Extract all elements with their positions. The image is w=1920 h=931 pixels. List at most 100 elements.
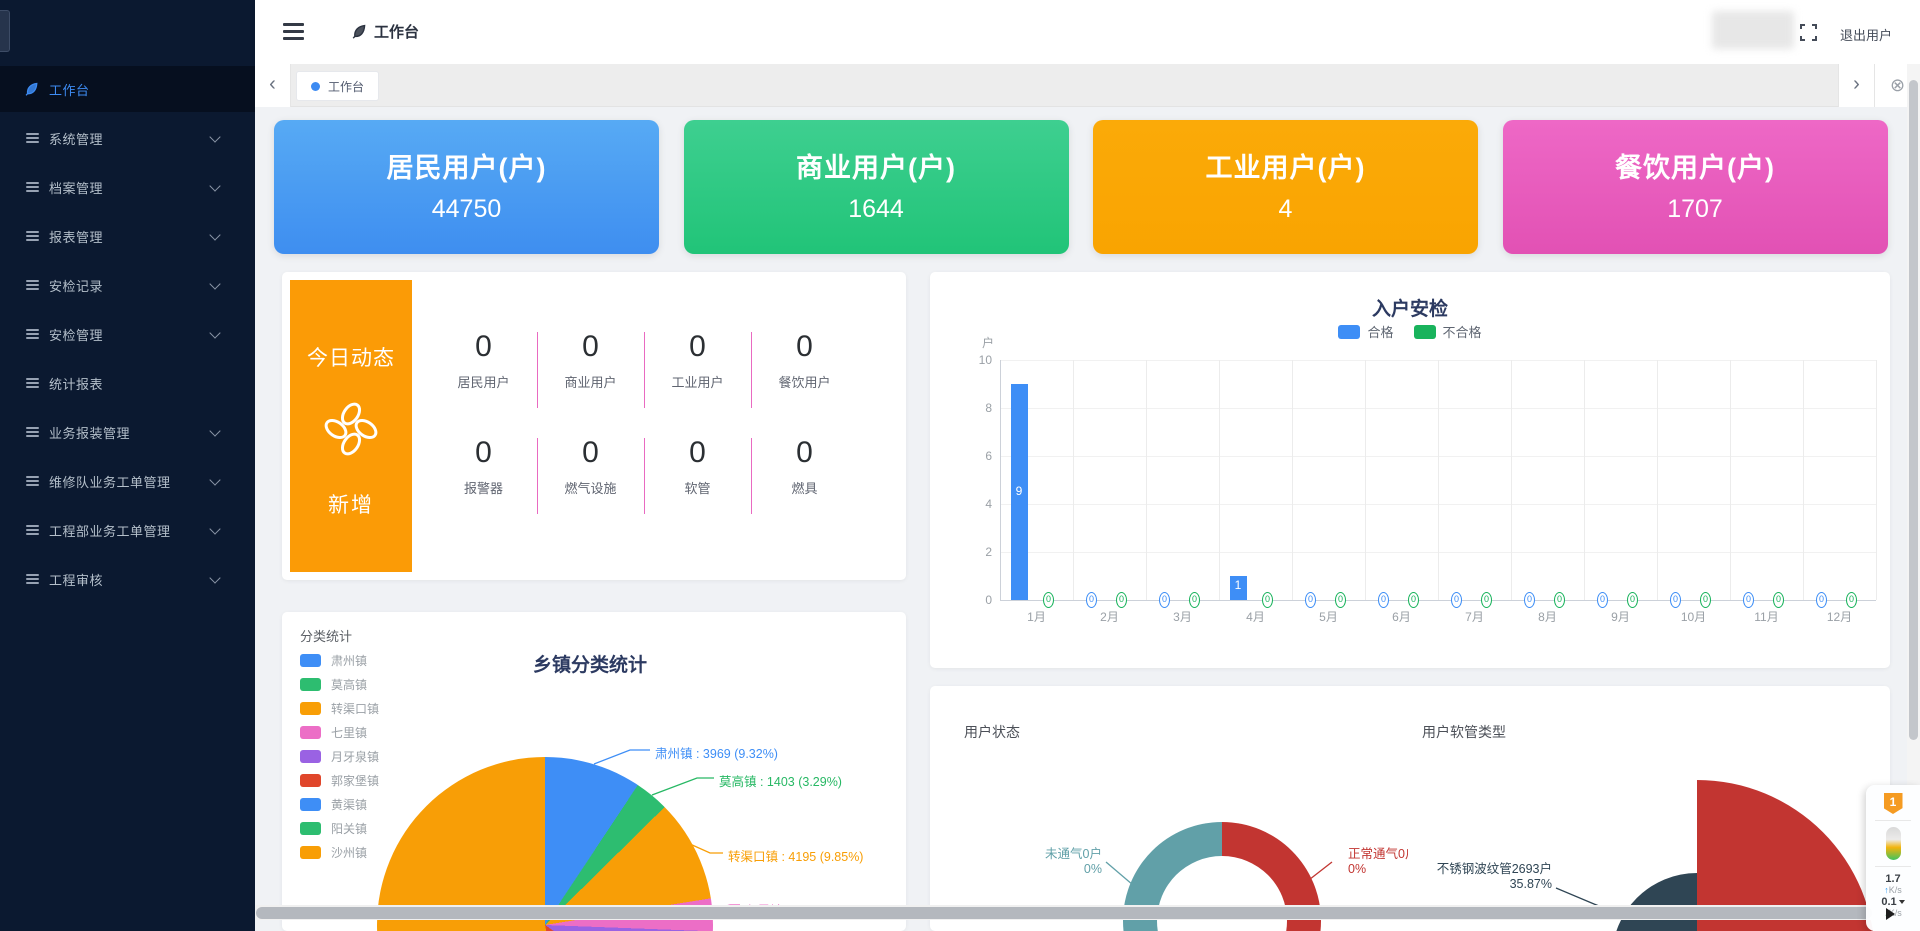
sidebar-item-统计报表[interactable]: 统计报表	[0, 360, 255, 406]
bar-chart-title: 入户安检	[930, 294, 1890, 321]
town-legend-label: 转渠口镇	[331, 700, 379, 717]
logout-button[interactable]: 退出用户	[1840, 25, 1892, 44]
today-dynamics-banner: 今日动态 新增	[290, 280, 412, 572]
chevron-down-icon	[209, 425, 220, 436]
sidebar-item-工程审核[interactable]: 工程审核	[0, 556, 255, 602]
today-stat-value: 0	[751, 330, 858, 364]
tab-active-dot-icon	[311, 82, 320, 91]
town-legend-转渠口镇[interactable]: 转渠口镇	[300, 700, 379, 717]
town-legend-肃州镇[interactable]: 肃州镇	[300, 652, 367, 669]
today-stat-value: 0	[644, 330, 751, 364]
tab-workbench[interactable]: 工作台	[296, 71, 379, 101]
zero-marker: 0	[1116, 592, 1127, 608]
town-legend-swatch	[300, 798, 321, 811]
sidebar-item-系统管理[interactable]: 系统管理	[0, 115, 255, 161]
town-legend-swatch	[300, 846, 321, 859]
sidebar-item-报表管理[interactable]: 报表管理	[0, 213, 255, 259]
hamburger-menu-icon[interactable]	[283, 23, 304, 40]
callout-line2: 0%	[1348, 862, 1408, 876]
menu-lines-icon	[26, 280, 39, 290]
zero-marker: 0	[1086, 592, 1097, 608]
town-legend-沙州镇[interactable]: 沙州镇	[300, 844, 367, 861]
town-legend-swatch	[300, 774, 321, 787]
zero-marker: 0	[1627, 592, 1638, 608]
legend-item-合格[interactable]: 合格	[1338, 322, 1393, 341]
shield-badge-icon[interactable]: 1	[1884, 793, 1903, 814]
today-stat-value: 0	[430, 330, 537, 364]
legend-swatch	[1414, 325, 1436, 339]
town-legend-莫高镇[interactable]: 莫高镇	[300, 676, 367, 693]
stat-card-2[interactable]: 商业用户(户)1644	[684, 120, 1069, 254]
today-stat-cell: 0商业用户	[537, 330, 644, 391]
download-speed-value: 0.1	[1881, 896, 1896, 908]
sidebar-item-档案管理[interactable]: 档案管理	[0, 164, 255, 210]
sidebar-item-工作台[interactable]: 工作台	[0, 66, 255, 112]
legend-item-不合格[interactable]: 不合格	[1414, 322, 1482, 341]
sidebar-item-label: 系统管理	[49, 129, 103, 148]
town-legend-郭家堡镇[interactable]: 郭家堡镇	[300, 772, 379, 789]
today-divider	[537, 438, 538, 514]
stat-card-title: 居民用户(户)	[274, 146, 659, 185]
zero-marker: 0	[1670, 592, 1681, 608]
callout-line1: 正常通气0户	[1348, 843, 1408, 862]
horizontal-scrollbar-track[interactable]	[255, 905, 1920, 920]
stat-card-3[interactable]: 工业用户(户)4	[1093, 120, 1478, 254]
zero-marker: 0	[1189, 592, 1200, 608]
zero-marker: 0	[1554, 592, 1565, 608]
y-tick-label: 10	[948, 353, 992, 367]
vertical-scrollbar-thumb[interactable]	[1909, 80, 1918, 740]
tab-scroll-left-icon[interactable]: ‹	[255, 64, 291, 107]
speed-gauge-icon[interactable]	[1886, 827, 1901, 860]
town-legend-swatch	[300, 678, 321, 691]
stat-card-title: 商业用户(户)	[684, 146, 1069, 185]
x-tick-label: 4月	[1231, 608, 1281, 625]
zero-marker: 0	[1378, 592, 1389, 608]
status-charts-card: 用户状态 用户软管类型 未通气0户0%正常通气0户0%不锈钢波纹管2693户35…	[930, 686, 1890, 931]
today-stat-value: 0	[430, 436, 537, 470]
horizontal-scrollbar-thumb[interactable]	[256, 907, 1872, 919]
today-stat-label: 燃气设施	[537, 478, 644, 497]
town-legend-黄渠镇[interactable]: 黄渠镇	[300, 796, 367, 813]
stat-card-4[interactable]: 餐饮用户(户)1707	[1503, 120, 1888, 254]
chevron-down-icon	[209, 131, 220, 142]
x-tick-label: 5月	[1304, 608, 1354, 625]
caret-down-icon[interactable]	[1899, 900, 1905, 904]
today-stat-cell: 0燃具	[751, 436, 858, 497]
sidebar-item-安检管理[interactable]: 安检管理	[0, 311, 255, 357]
sidebar-item-安检记录[interactable]: 安检记录	[0, 262, 255, 308]
today-divider	[644, 438, 645, 514]
fullscreen-icon[interactable]	[1800, 24, 1817, 41]
sidebar-item-业务报装管理[interactable]: 业务报装管理	[0, 409, 255, 455]
play-triangle-icon[interactable]	[1886, 908, 1895, 920]
sidebar-item-维修队业务工单管理[interactable]: 维修队业务工单管理	[0, 458, 255, 504]
today-stat-label: 居民用户	[430, 372, 537, 391]
bar-4月-合格: 1	[1230, 576, 1247, 600]
stat-card-1[interactable]: 居民用户(户) 44750	[274, 120, 659, 254]
donut-callout-未通气: 未通气0户0%	[992, 843, 1102, 876]
inspection-bar-chart-card: 入户安检 合格不合格 户02468101月902月003月004月105月006…	[930, 272, 1890, 668]
chevron-down-icon	[209, 180, 220, 191]
legend-label: 合格	[1367, 322, 1393, 341]
zero-marker: 0	[1159, 592, 1170, 608]
menu-lines-icon	[26, 574, 39, 584]
zero-marker: 0	[1408, 592, 1419, 608]
town-legend-七里镇[interactable]: 七里镇	[300, 724, 367, 741]
stat-card-value: 44750	[274, 195, 659, 224]
v-gridline	[1730, 360, 1731, 600]
zero-marker: 0	[1043, 592, 1054, 608]
v-gridline	[1657, 360, 1658, 600]
town-callout: 莫高镇 : 1403 (3.29%)	[719, 771, 842, 790]
sidebar-item-工程部业务工单管理[interactable]: 工程部业务工单管理	[0, 507, 255, 553]
menu-lines-icon	[26, 182, 39, 192]
bar-value-label: 1	[1230, 578, 1247, 592]
v-gridline	[1292, 360, 1293, 600]
v-gridline	[1876, 360, 1877, 600]
zero-marker: 0	[1700, 592, 1711, 608]
tab-scroll-right-icon[interactable]: ›	[1838, 64, 1874, 107]
menu-lines-icon	[26, 231, 39, 241]
y-tick-label: 8	[948, 401, 992, 415]
v-gridline	[1073, 360, 1074, 600]
menu-lines-icon	[26, 427, 39, 437]
town-legend-阳关镇[interactable]: 阳关镇	[300, 820, 367, 837]
town-legend-月牙泉镇[interactable]: 月牙泉镇	[300, 748, 379, 765]
